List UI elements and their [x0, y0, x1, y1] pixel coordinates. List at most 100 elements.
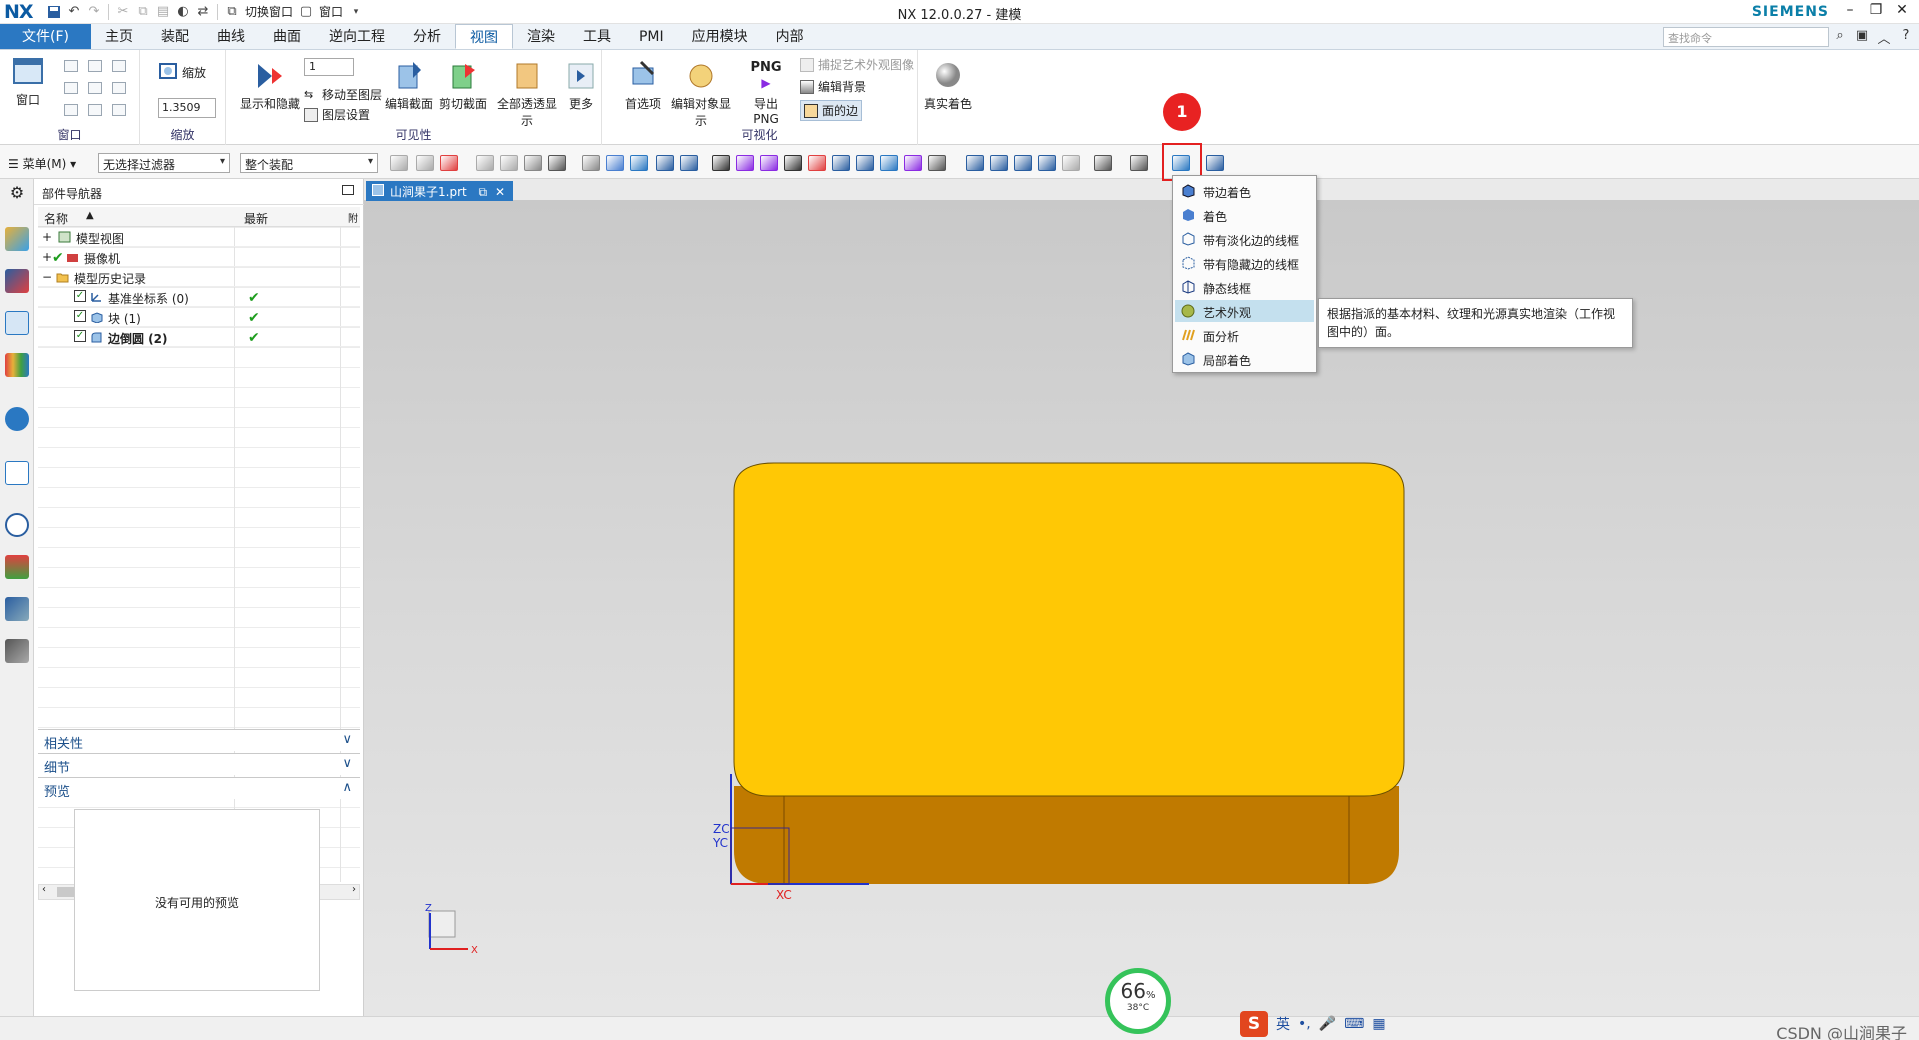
microphone-icon[interactable]: 🎤	[1319, 1016, 1336, 1032]
show-hide-button[interactable]: 显示和隐藏	[240, 60, 300, 112]
curve-rule-icon[interactable]	[476, 155, 494, 171]
tab-analysis[interactable]: 分析	[399, 24, 455, 49]
tree-row-model-views[interactable]: + 模型视图	[38, 227, 360, 247]
performance-widget[interactable]: 66% 38°C	[1105, 968, 1171, 1034]
sogou-logo-icon[interactable]: S	[1240, 1011, 1268, 1037]
scroll-left-icon[interactable]: ‹	[42, 884, 46, 895]
menu-item-static-wireframe[interactable]: 静态线框	[1175, 276, 1314, 298]
close-button[interactable]: ✕	[1889, 2, 1915, 22]
edit-object-display-button[interactable]: 编辑对象显示	[666, 60, 736, 129]
system-materials-icon[interactable]	[5, 555, 29, 579]
tree-row-camera[interactable]: + ✔ 摄像机	[38, 247, 360, 267]
tangent-icon[interactable]	[784, 155, 802, 171]
cross-icon[interactable]	[832, 155, 850, 171]
hidden-icon[interactable]	[1130, 155, 1148, 171]
process-studio-icon[interactable]	[5, 597, 29, 621]
column-latest[interactable]: 最新	[244, 210, 268, 227]
info-icon[interactable]	[5, 407, 29, 431]
snap-point-icon[interactable]	[630, 155, 648, 171]
tab-reverse-engineering[interactable]: 逆向工程	[315, 24, 399, 49]
spline-icon[interactable]	[736, 155, 754, 171]
maximize-panel-icon[interactable]	[342, 185, 354, 195]
circle-icon[interactable]	[808, 155, 826, 171]
edit-background-button[interactable]: 编辑背景	[800, 78, 866, 95]
capture-art-button[interactable]: 捕捉艺术外观图像	[800, 56, 914, 73]
close-tab-icon[interactable]: ✕	[495, 185, 505, 199]
edge-icon[interactable]	[680, 155, 698, 171]
tree-row-block[interactable]: ✓ 块 (1) ✔	[38, 307, 360, 327]
tab-assembly[interactable]: 装配	[147, 24, 203, 49]
feature-icon[interactable]	[524, 155, 542, 171]
part-navigator-icon[interactable]	[5, 311, 29, 335]
section-dependency[interactable]: 相关性 ∨	[38, 729, 360, 752]
scroll-right-icon[interactable]: ›	[352, 884, 356, 895]
window-icon[interactable]: ▢	[296, 2, 316, 22]
layout-cell[interactable]	[64, 60, 78, 72]
ime-language[interactable]: 英	[1276, 1014, 1290, 1034]
help-icon[interactable]: ?	[1897, 28, 1915, 46]
expand-icon[interactable]: +	[42, 250, 52, 264]
constraint-navigator-icon[interactable]	[5, 269, 29, 293]
arc-icon[interactable]	[712, 155, 730, 171]
undo-icon[interactable]: ↶	[64, 2, 84, 22]
reuse-library-icon[interactable]	[5, 353, 29, 377]
selection-filter-dropdown[interactable]: 无选择过滤器	[98, 153, 230, 173]
wave-icon[interactable]	[760, 155, 778, 171]
assembly-scope-dropdown[interactable]: 整个装配	[240, 153, 378, 173]
keyboard-icon[interactable]: ⌨	[1344, 1016, 1364, 1032]
more-tools-icon[interactable]	[1206, 155, 1224, 171]
tab-internal[interactable]: 内部	[762, 24, 818, 49]
restore-button[interactable]: ❐	[1863, 2, 1889, 22]
menu-item-shaded-with-edges[interactable]: 带边着色	[1175, 180, 1314, 202]
minimize-button[interactable]: –	[1837, 2, 1863, 22]
assembly-navigator-icon[interactable]	[5, 227, 29, 251]
layer-icon[interactable]	[928, 155, 946, 171]
layout-cell[interactable]	[64, 104, 78, 116]
zoom-button[interactable]: 缩放	[158, 62, 206, 82]
chevron-down-icon[interactable]: ▾	[346, 2, 366, 22]
visibility-checkbox[interactable]: ✓	[74, 330, 86, 342]
menu-button[interactable]: ☰ 菜单(M) ▾	[8, 155, 76, 172]
repeat-command-icon[interactable]: ⇄	[193, 2, 213, 22]
solid-icon[interactable]	[606, 155, 624, 171]
chevron-up-icon[interactable]: ︿	[1875, 28, 1893, 47]
layer-settings-button[interactable]: 图层设置	[304, 106, 370, 123]
layout-cell[interactable]	[88, 82, 102, 94]
tab-view[interactable]: 视图	[454, 24, 513, 49]
tab-file[interactable]: 文件(F)	[0, 24, 91, 49]
orient-icon[interactable]	[1094, 155, 1112, 171]
grid-icon[interactable]: ▦	[1372, 1016, 1385, 1032]
tab-applications[interactable]: 应用模块	[678, 24, 762, 49]
tab-pmi[interactable]: PMI	[625, 24, 678, 49]
punctuation-icon[interactable]: •,	[1298, 1016, 1311, 1032]
search-icon[interactable]: ⌕	[1831, 28, 1849, 46]
expand-icon[interactable]: +	[42, 230, 52, 244]
line-icon[interactable]	[656, 155, 674, 171]
tree-row-edge-blend[interactable]: ✓ 边倒圆 (2) ✔	[38, 327, 360, 347]
model-block-side[interactable]	[734, 786, 1399, 884]
select-icon[interactable]	[440, 155, 458, 171]
tab-surface[interactable]: 曲面	[259, 24, 315, 49]
redo-icon[interactable]: ↷	[84, 2, 104, 22]
tab-home[interactable]: 主页	[91, 24, 147, 49]
graphics-window[interactable]: ZC YC XC Z X	[364, 201, 1919, 1016]
switch-window-button[interactable]: 切换窗口	[245, 3, 293, 20]
layout-cell[interactable]	[112, 82, 126, 94]
all-through-button[interactable]: 全部透透显示	[492, 60, 562, 129]
rotate-icon[interactable]	[1014, 155, 1032, 171]
visibility-checkbox[interactable]: ✓	[74, 290, 86, 302]
zoom-area-icon[interactable]	[1062, 155, 1080, 171]
menu-item-face-analysis[interactable]: 面分析	[1175, 324, 1314, 346]
layer-select[interactable]: 1	[304, 58, 354, 76]
snap-icon[interactable]	[390, 155, 408, 171]
window-button-large[interactable]: 窗口	[8, 56, 48, 108]
view-cube-icon[interactable]	[880, 155, 898, 171]
face-rule-icon[interactable]	[500, 155, 518, 171]
column-name[interactable]: 名称	[44, 210, 68, 227]
frame-icon[interactable]	[990, 155, 1008, 171]
true-shading-button[interactable]: 真实着色	[920, 60, 976, 112]
export-png-button[interactable]: PNG ▶ 导出 PNG	[740, 60, 792, 126]
menu-item-wireframe-dim-edges[interactable]: 带有淡化边的线框	[1175, 228, 1314, 250]
tab-render[interactable]: 渲染	[513, 24, 569, 49]
more-button[interactable]: 更多	[564, 60, 598, 112]
